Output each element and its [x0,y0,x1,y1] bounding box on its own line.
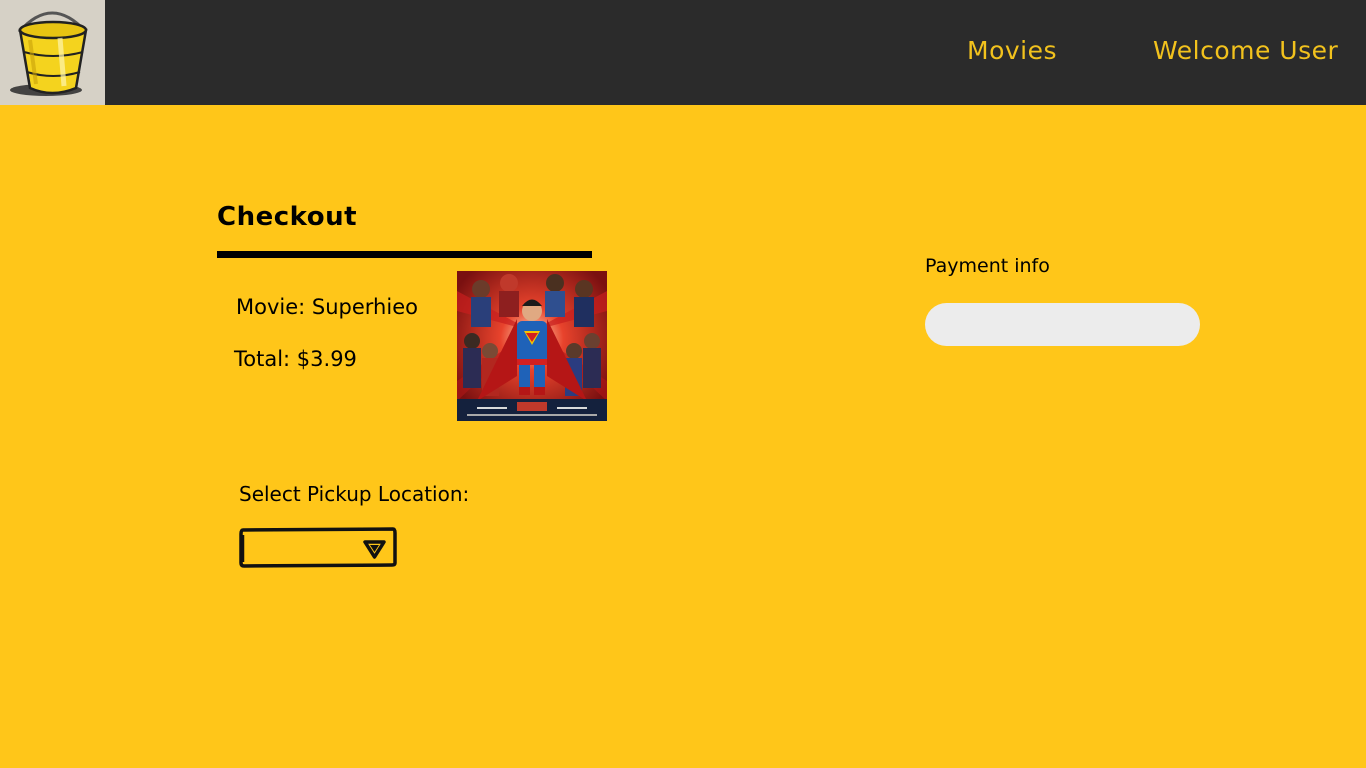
top-navigation-bar: Movies Welcome User [0,0,1366,105]
title-divider [217,251,592,258]
nav-movies-link[interactable]: Movies [967,36,1057,65]
payment-info-label: Payment info [925,255,1050,277]
logo[interactable] [0,0,105,105]
payment-info-input[interactable] [925,303,1200,346]
bucket-icon [10,11,88,96]
order-total-text: Total: $3.99 [234,347,357,371]
page-title: Checkout [217,202,358,232]
movie-name-text: Movie: Superhieo [236,295,418,319]
movie-poster-image [457,271,607,421]
pickup-location-label: Select Pickup Location: [239,482,470,506]
triangle-down-icon [363,540,386,559]
pickup-location-dropdown[interactable] [238,527,397,568]
nav-welcome-user-link[interactable]: Welcome User [1153,36,1338,65]
